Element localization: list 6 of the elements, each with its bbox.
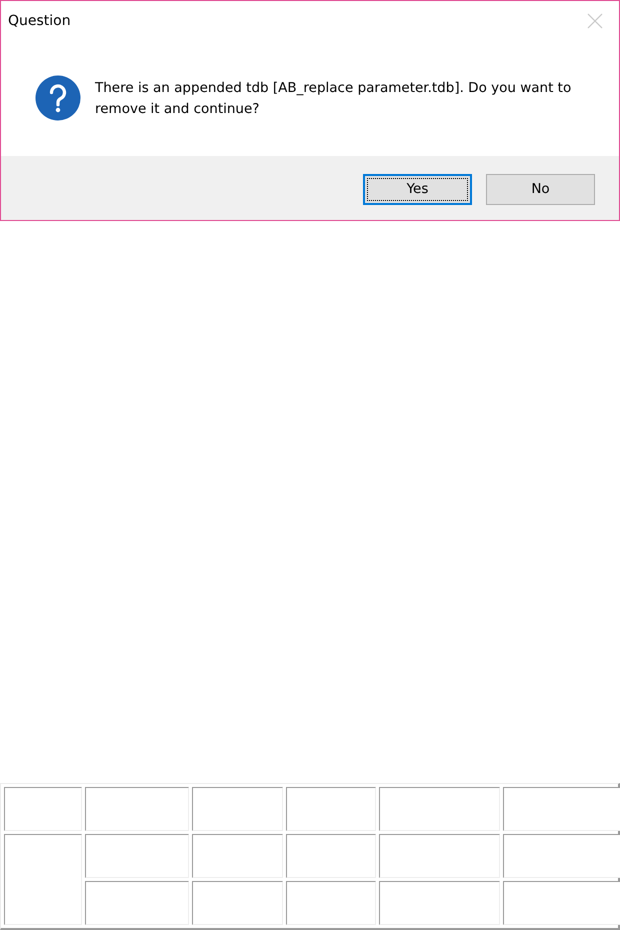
yes-button[interactable]: Yes xyxy=(363,174,472,204)
question-icon xyxy=(35,75,81,121)
no-button[interactable]: No xyxy=(486,174,595,204)
dialog-message: There is an appended tdb [AB_replace parameter.tdb]. Do you want to remove it and continue? xyxy=(95,79,572,119)
window-title: Question xyxy=(8,13,71,29)
close-icon[interactable] xyxy=(587,13,603,29)
